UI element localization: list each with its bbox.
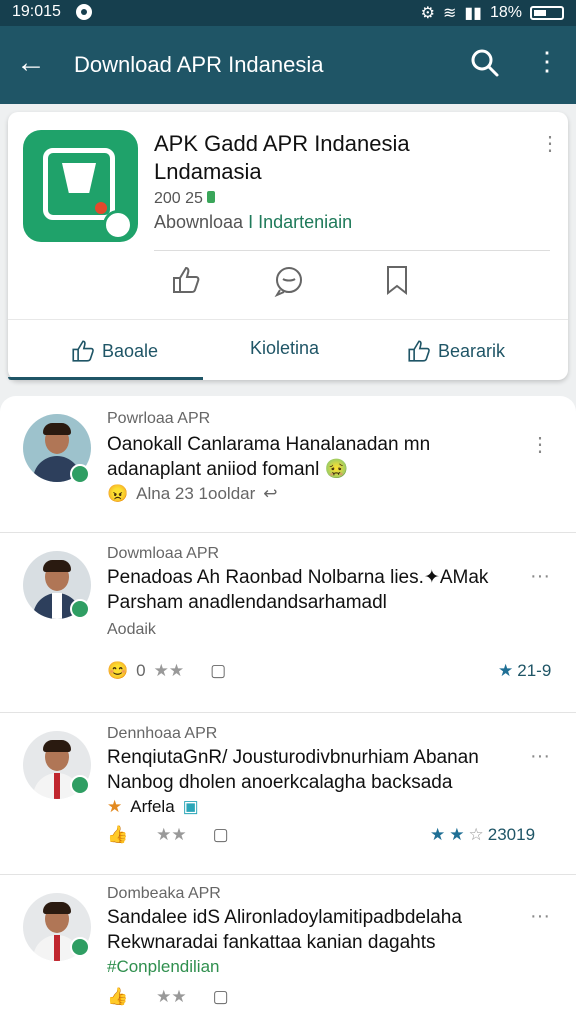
rating: ★ 21-9 [498, 661, 551, 681]
post-source: Dowmloaa APR [107, 545, 220, 562]
action-share[interactable]: Beararik [406, 338, 505, 364]
thumbs-up-icon [408, 340, 430, 362]
share-icon[interactable]: ▢ [213, 825, 229, 845]
divider [154, 250, 550, 251]
card-more-icon[interactable]: ⋮ [540, 134, 560, 154]
post-text: Oanokall Canlarama Hanalanadan mn adanap… [107, 434, 431, 480]
action-share-label: Beararik [438, 340, 506, 361]
post-source: Dombeaka APR [107, 885, 221, 902]
like-icon[interactable]: 👍 [107, 987, 128, 1007]
app-size-text: 200 25 [154, 190, 203, 207]
post-text: Penadoas Ah Raonbad Nolbarna lies.✦AMak … [107, 567, 489, 613]
battery-percent: 18% [489, 4, 522, 21]
search-icon[interactable] [470, 48, 500, 83]
star-icon[interactable]: ★★ [156, 987, 186, 1007]
thumbs-up-icon [72, 340, 94, 362]
battery-icon [530, 6, 564, 20]
comment-icon[interactable] [272, 264, 306, 303]
action-like-label: Baoale [102, 340, 159, 361]
size-badge-icon [206, 191, 215, 203]
like-icon[interactable]: 👍 [107, 825, 128, 845]
post-text: Sandalee idS Alironladoylamitipadbdelaha… [107, 907, 462, 953]
app-size: 200 25 [154, 190, 215, 208]
reply-icon: ↩ [263, 484, 278, 503]
post-meta: 👍 ★★ ▢ [107, 987, 229, 1007]
divider [0, 532, 576, 533]
active-tab-indicator [8, 377, 203, 380]
app-icon[interactable] [23, 130, 138, 242]
reaction-emoji-icon[interactable]: 😊 [107, 661, 128, 681]
notification-icon [76, 4, 92, 20]
signal-icon: ▮▮ [464, 5, 482, 22]
tag-badge-icon: ▣ [182, 797, 199, 816]
avatar-tie [54, 935, 60, 961]
rating: ★ ★ ☆ 23019 [430, 825, 535, 845]
post-tag: ★ Arfela ▣ [107, 797, 199, 817]
comment-feed: Powrloaa APR Oanokall Canlarama Hanalana… [0, 396, 576, 1024]
verified-icon [70, 937, 90, 957]
avatar-hair [43, 560, 71, 572]
reaction-emoji-icon: 😠 [107, 484, 129, 503]
settings-icon: ⚙ [420, 5, 435, 22]
status-time: 19:015 [12, 3, 61, 20]
avatar-hair [43, 902, 71, 914]
post-meta: 😠 Alna 23 1ooldar ↩ [107, 484, 278, 504]
reaction-count: 0 [136, 661, 146, 680]
app-card: APK Gadd APR Indanesia Lndamasia 200 25 … [8, 112, 568, 380]
post-meta-text: Alna 23 1ooldar [136, 484, 256, 503]
post-tag[interactable]: #Conplendilian [107, 957, 219, 977]
status-right: ⚙ ≋ ▮▮ 18% [421, 3, 564, 23]
post-subtext: Aodaik [107, 621, 156, 638]
app-name: APK Gadd APR Indanesia Lndamasia [154, 131, 410, 184]
badge-icon [103, 210, 133, 240]
avatar-hair [43, 740, 71, 752]
star-icon[interactable]: ★★ [154, 661, 184, 681]
rating-value: 21-9 [517, 661, 552, 680]
divider [0, 712, 576, 713]
action-comment[interactable]: Kioletina [250, 338, 319, 359]
divider [0, 874, 576, 875]
status-bar: 19:015 ⚙ ≋ ▮▮ 18% [0, 0, 576, 26]
bookmark-icon[interactable] [382, 264, 412, 301]
star-outline-icon: ☆ [468, 825, 484, 844]
star-icon: ★ [449, 825, 465, 844]
verified-icon [70, 775, 90, 795]
share-icon[interactable]: ▢ [213, 987, 229, 1007]
post-meta: 😊 0 ★★ ▢ [107, 661, 226, 681]
post-meta: 👍 ★★ ▢ [107, 825, 229, 845]
rating-value: 23019 [487, 825, 536, 844]
action-like[interactable]: Baoale [70, 338, 158, 364]
share-icon[interactable]: ▢ [210, 661, 226, 681]
verified-icon [70, 464, 90, 484]
action-comment-label: Kioletina [250, 338, 320, 358]
back-arrow-icon[interactable]: ← [16, 46, 46, 80]
red-dot-icon [95, 202, 107, 214]
post-text: RenqiutaGnR/ Jousturodivbnurhiam Abanan … [107, 747, 479, 793]
post-more-icon[interactable]: ··· [530, 745, 550, 768]
star-icon: ★ [430, 825, 446, 844]
avatar-tie [54, 773, 60, 799]
like-icon[interactable] [170, 264, 202, 301]
app-bar: ← Download APR Indanesia ⋮ [0, 26, 576, 104]
post-more-icon[interactable]: ··· [530, 905, 550, 928]
wifi-icon: ≋ [442, 5, 457, 22]
avatar-shirt [52, 593, 62, 619]
star-icon[interactable]: ★★ [156, 825, 186, 845]
divider [8, 319, 568, 320]
download-highlight: I Indarteniain [248, 212, 353, 232]
avatar-hair [43, 423, 71, 435]
post-source: Dennhoaa APR [107, 725, 218, 742]
post-source: Powrloaa APR [107, 410, 211, 427]
star-icon: ★ [498, 661, 514, 680]
verified-icon [70, 599, 90, 619]
more-vert-icon[interactable]: ⋮ [534, 46, 560, 76]
sparkle-icon: ★ [107, 797, 123, 816]
post-more-icon[interactable]: ⋮ [530, 432, 550, 457]
page-title: Download APR Indanesia [74, 52, 324, 77]
download-prefix: Abownloaa [154, 212, 244, 232]
post-more-icon[interactable]: ··· [530, 565, 550, 588]
download-count: Abownloaa I Indarteniain [154, 212, 352, 233]
post-tag-text: Arfela [130, 797, 175, 816]
